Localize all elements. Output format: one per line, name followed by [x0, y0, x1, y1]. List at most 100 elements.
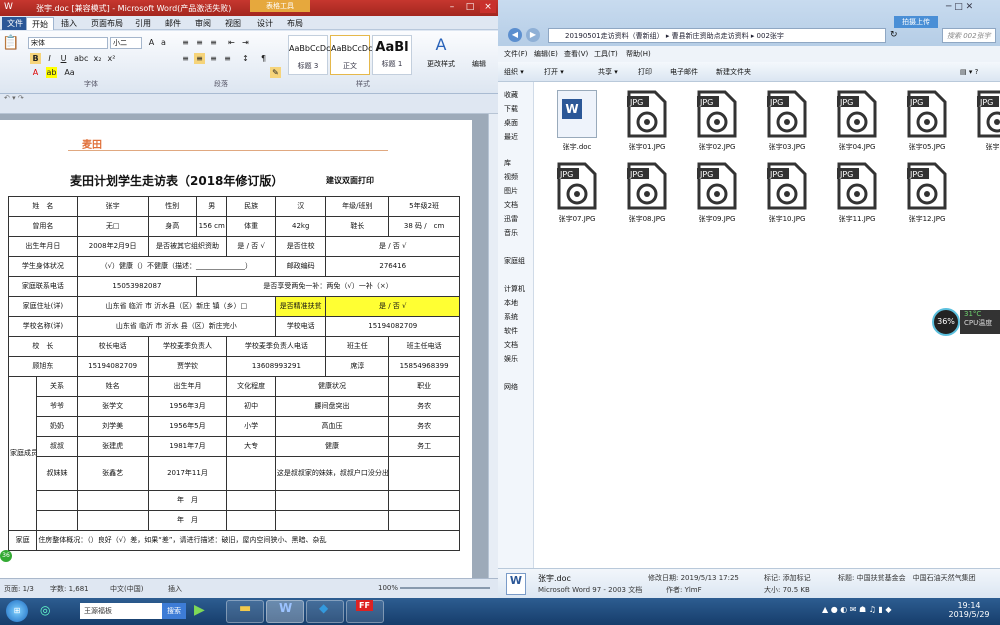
app-taskbar-button[interactable]: ◆ [306, 600, 344, 623]
font-size-box[interactable]: 小二 [110, 37, 142, 49]
nav-item[interactable]: 文档 [504, 340, 518, 350]
tray-icons[interactable]: ▲ ● ◐ ✉ ☗ ♫ ▮ ◆ [822, 605, 892, 614]
address-bar[interactable]: 20190501走访资料（曹新组） ▸ 曹县新庄资助点走访资料 ▸ 002张宇 [548, 28, 886, 43]
vertical-scrollbar[interactable] [488, 114, 498, 578]
file-item[interactable]: JPG 张宇02.JPG [684, 86, 750, 156]
tab-mailings[interactable]: 邮件 [160, 17, 186, 30]
window-controls[interactable]: ─ □ ✕ [946, 2, 996, 16]
justify-icon[interactable]: ≡ [222, 53, 233, 64]
menu-file[interactable]: 文件(F) [504, 46, 528, 62]
tab-design[interactable]: 设计 [252, 17, 278, 30]
search-input[interactable]: 搜索 002张宇 [942, 28, 996, 43]
zoom-slider[interactable] [400, 587, 490, 589]
nav-item[interactable]: 娱乐 [504, 354, 518, 364]
upload-button[interactable]: 拍摄上传 [894, 16, 938, 28]
bold-icon[interactable]: B [30, 53, 41, 64]
multilevel-icon[interactable]: ≡ [208, 37, 219, 48]
highlight-icon[interactable]: ab [46, 67, 57, 78]
forward-icon[interactable]: ▶ [526, 28, 540, 42]
nav-item[interactable]: 视频 [504, 172, 518, 182]
format-painter-icon[interactable]: ✎ [270, 67, 281, 78]
file-item[interactable]: W 张宇.doc [544, 86, 610, 156]
file-item[interactable]: JPG 张宇04.JPG [824, 86, 890, 156]
paste-icon[interactable]: 📋 [2, 35, 22, 75]
back-icon[interactable]: ◀ [508, 28, 522, 42]
decrease-indent-icon[interactable]: ⇤ [226, 37, 237, 48]
font-case-icon[interactable]: Aa [64, 67, 75, 78]
show-marks-icon[interactable]: ¶ [258, 53, 269, 64]
file-item[interactable]: JPG 张宇09.JPG [684, 158, 750, 228]
tab-insert[interactable]: 插入 [56, 17, 82, 30]
file-item[interactable]: JPG 张宇11.JPG [824, 158, 890, 228]
align-center-icon[interactable]: ≡ [194, 53, 205, 64]
language[interactable]: 中文(中国) [110, 584, 143, 594]
line-spacing-icon[interactable]: ↕ [240, 53, 251, 64]
taskbar-search-input[interactable]: 王源福板 [80, 603, 162, 619]
tab-layout[interactable]: 页面布局 [86, 17, 128, 30]
tab-view[interactable]: 视图 [220, 17, 246, 30]
clock[interactable]: 19:14 2019/5/29 [944, 601, 994, 619]
nav-item[interactable]: 文档 [504, 200, 518, 210]
refresh-icon[interactable]: ↻ [890, 30, 898, 40]
minimize-icon[interactable]: – [444, 1, 460, 13]
view-options-icon[interactable]: ▤ ▾ ? [960, 62, 978, 82]
media-player-icon[interactable]: ▶ [194, 602, 205, 618]
nav-item[interactable]: 图片 [504, 186, 518, 196]
shrink-font-icon[interactable]: a [158, 37, 169, 48]
nav-item[interactable]: 家庭组 [504, 256, 525, 266]
nav-item[interactable]: 收藏 [504, 90, 518, 100]
style-normal[interactable]: AaBbCcDc 正文 [330, 35, 372, 75]
underline-icon[interactable]: U [58, 53, 69, 64]
nav-item[interactable]: 下载 [504, 104, 518, 114]
subscript-icon[interactable]: x₂ [92, 53, 103, 64]
browser-icon[interactable]: ◎ [40, 603, 58, 621]
tab-references[interactable]: 引用 [130, 17, 156, 30]
nav-item[interactable]: 最近 [504, 132, 518, 142]
ff-taskbar-button[interactable]: FF [346, 600, 384, 623]
zoom-level[interactable]: 100% [378, 584, 398, 592]
style-heading1[interactable]: AaBl 标题 1 [372, 35, 412, 75]
tab-review[interactable]: 审阅 [190, 17, 216, 30]
print-button[interactable]: 打印 [638, 62, 652, 82]
notification-badge[interactable]: 36 [0, 550, 12, 562]
page[interactable]: 麦田 麦田计划学生走访表（2018年修订版） 建议双面打印 姓 名张宇 性别男民族… [0, 120, 472, 578]
table-tools-tab[interactable]: 表格工具 [250, 0, 310, 12]
undo-icon[interactable]: ↶ ▾ ↷ [4, 94, 24, 102]
maximize-icon[interactable]: □ [462, 1, 478, 13]
nav-item[interactable]: 音乐 [504, 228, 518, 238]
nav-item[interactable]: 迅雷 [504, 214, 518, 224]
explorer-taskbar-button[interactable]: ▬ [226, 600, 264, 623]
file-item[interactable]: JPG 张宇08.JPG [614, 158, 680, 228]
strikethrough-icon[interactable]: abc [74, 53, 88, 64]
bullets-icon[interactable]: ≡ [180, 37, 191, 48]
word-count[interactable]: 字数: 1,681 [50, 584, 89, 594]
nav-item[interactable]: 计算机 [504, 284, 525, 294]
organize-button[interactable]: 组织 ▾ [504, 62, 524, 82]
align-left-icon[interactable]: ≡ [180, 53, 191, 64]
font-color-icon[interactable]: A [30, 67, 41, 78]
file-item[interactable]: JPG 张宇05.JPG [894, 86, 960, 156]
menu-tools[interactable]: 工具(T) [594, 46, 618, 62]
insert-mode[interactable]: 插入 [168, 584, 182, 594]
nav-item[interactable]: 系统 [504, 312, 518, 322]
superscript-icon[interactable]: x² [106, 53, 117, 64]
grow-font-icon[interactable]: A [146, 37, 157, 48]
file-item[interactable]: JPG 张宇07.JPG [544, 158, 610, 228]
menu-help[interactable]: 帮助(H) [626, 46, 651, 62]
word-taskbar-button[interactable]: W [266, 600, 304, 623]
close-icon[interactable]: × [480, 1, 496, 13]
detail-tags[interactable]: 标记: 添加标记 [764, 573, 811, 583]
file-item[interactable]: JPG 张宇06 [964, 86, 1000, 156]
menu-edit[interactable]: 编辑(E) [534, 46, 558, 62]
file-item[interactable]: JPG 张宇10.JPG [754, 158, 820, 228]
change-styles-icon[interactable]: A [426, 35, 456, 54]
open-button[interactable]: 打开 ▾ [544, 62, 564, 82]
nav-item[interactable]: 软件 [504, 326, 518, 336]
word-icon[interactable]: W [4, 2, 13, 12]
email-button[interactable]: 电子邮件 [670, 62, 698, 82]
menu-view[interactable]: 查看(V) [564, 46, 588, 62]
tab-home[interactable]: 开始 [26, 17, 54, 30]
nav-item[interactable]: 桌面 [504, 118, 518, 128]
start-button[interactable]: ⊞ [6, 600, 28, 622]
page-count[interactable]: 页面: 1/3 [4, 584, 34, 594]
